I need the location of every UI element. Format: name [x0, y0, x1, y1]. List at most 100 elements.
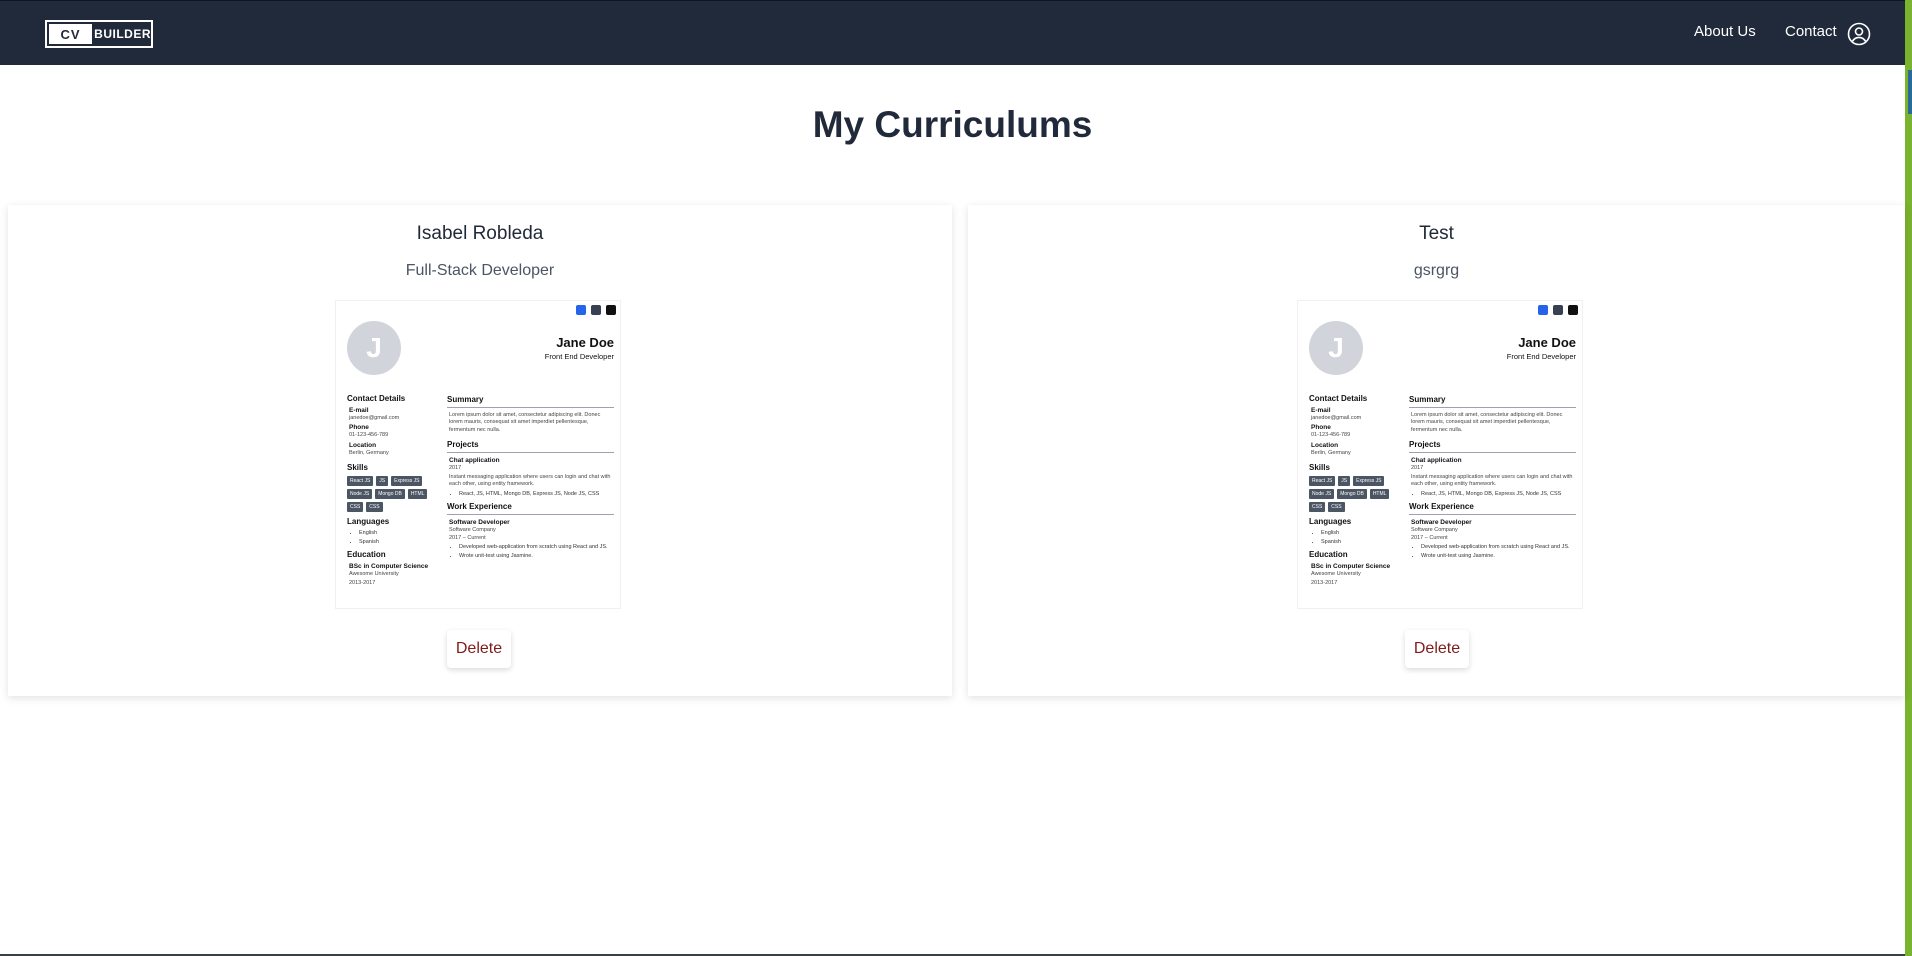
delete-button[interactable]: Delete — [447, 630, 511, 668]
nav-contact-link[interactable]: Contact — [1785, 23, 1837, 40]
skill-tag: Node JS — [347, 489, 373, 500]
preview-action-icons — [576, 305, 616, 315]
preview-skills-heading: Skills — [1309, 463, 1330, 473]
preview-job-bullets: Developed web-application from scratch u… — [447, 544, 614, 559]
preview-location-label: Location — [349, 441, 377, 449]
preview-languages: English Spanish — [1309, 530, 1397, 545]
preview-work-heading: Work Experience — [447, 502, 614, 515]
job-bullet: Developed web-application from scratch u… — [459, 544, 614, 550]
preview-summary: Lorem ipsum dolor sit amet, consectetur … — [449, 412, 601, 433]
preview-role: Front End Developer — [1506, 352, 1576, 361]
preview-location: Berlin, Germany — [349, 449, 389, 456]
job-bullet: Developed web-application from scratch u… — [1421, 544, 1576, 550]
preview-job-years: 2017 – Current — [449, 534, 486, 541]
preview-edu-years: 2013-2017 — [349, 579, 376, 586]
preview-education-heading: Education — [1309, 550, 1348, 560]
preview-project-year: 2017 — [449, 465, 462, 472]
preview-location-label: Location — [1311, 441, 1339, 449]
skill-tag: Node JS — [1309, 489, 1335, 500]
navbar: CV BUILDER About Us Contact — [0, 0, 1905, 65]
preview-university: Awesome University — [349, 571, 399, 578]
preview-name: Jane Doe — [556, 335, 614, 350]
skill-tag: CSS — [366, 502, 383, 513]
preview-company: Software Company — [1411, 526, 1458, 533]
preview-summary: Lorem ipsum dolor sit amet, consectetur … — [1411, 412, 1563, 433]
language-item: English — [1321, 530, 1397, 536]
preview-email-label: E-mail — [1311, 407, 1331, 414]
preview-action-icons — [1538, 305, 1578, 315]
nav-about-us-link[interactable]: About Us — [1694, 23, 1756, 40]
preview-university: Awesome University — [1311, 571, 1361, 578]
delete-button[interactable]: Delete — [1405, 630, 1469, 668]
preview-job-bullets: Developed web-application from scratch u… — [1409, 544, 1576, 559]
job-bullet: Wrote unit-test using Jasmine. — [1421, 553, 1576, 559]
scrollbar-thumb[interactable] — [1908, 70, 1912, 114]
preview-languages: English Spanish — [347, 530, 435, 545]
preview-project-tech: React, JS, HTML, Mongo DB, Express JS, N… — [1421, 491, 1576, 497]
page-title: My Curriculums — [812, 104, 1093, 145]
preview-name: Jane Doe — [1518, 335, 1576, 350]
preview-phone: 01-123-456-789 — [349, 432, 389, 439]
scrollbar[interactable] — [1905, 0, 1912, 956]
linkedin-icon — [1538, 305, 1548, 315]
language-item: English — [359, 530, 435, 536]
preview-email: janedoe@gmail.com — [349, 415, 400, 421]
cv-preview[interactable]: J Jane Doe Front End Developer Contact D… — [335, 300, 621, 609]
preview-company: Software Company — [449, 526, 496, 533]
preview-email-label: E-mail — [349, 407, 369, 414]
skill-tag: React JS — [347, 476, 374, 487]
skill-tag: Mongo DB — [375, 489, 405, 500]
preview-project-name: Chat application — [1411, 457, 1462, 465]
preview-project-tech: React, JS, HTML, Mongo DB, Express JS, N… — [459, 491, 614, 497]
skill-tag: HTML — [407, 489, 428, 500]
preview-avatar: J — [347, 321, 401, 375]
preview-languages-heading: Languages — [347, 517, 390, 527]
preview-email: janedoe@gmail.com — [1311, 415, 1362, 421]
preview-project-tech-list: React, JS, HTML, Mongo DB, Express JS, N… — [1409, 491, 1576, 497]
preview-summary-heading: Summary — [447, 395, 614, 408]
skill-tag: JS — [1338, 476, 1351, 487]
document-icon — [606, 305, 616, 315]
skill-tag: Express JS — [1353, 476, 1385, 487]
cv-card-name: Test — [1419, 223, 1454, 244]
job-bullet: Wrote unit-test using Jasmine. — [459, 553, 614, 559]
preview-projects-heading: Projects — [447, 440, 614, 454]
cv-card-title: gsrgrg — [1413, 262, 1460, 279]
cv-card[interactable]: Isabel Robleda Full-Stack Developer J Ja… — [8, 205, 952, 696]
preview-job-years: 2017 – Current — [1411, 534, 1448, 541]
linkedin-icon — [576, 305, 586, 315]
skill-tag: CSS — [1309, 502, 1326, 513]
preview-phone: 01-123-456-789 — [1311, 432, 1351, 439]
preview-skills-heading: Skills — [347, 463, 368, 473]
cv-card-name: Isabel Robleda — [416, 223, 544, 244]
preview-contact-heading: Contact Details — [347, 394, 406, 403]
cv-card-title: Full-Stack Developer — [405, 262, 555, 279]
preview-job-title: Software Developer — [449, 518, 510, 526]
cv-builder-logo[interactable]: CV BUILDER — [45, 20, 153, 48]
skill-tag: HTML — [1369, 489, 1390, 500]
cv-card[interactable]: Test gsrgrg J Jane Doe Front End Develop… — [968, 205, 1905, 696]
preview-project-year: 2017 — [1411, 465, 1424, 472]
preview-location: Berlin, Germany — [1311, 449, 1351, 456]
preview-role: Front End Developer — [544, 352, 614, 361]
preview-project-desc: Instant messaging application where user… — [1411, 473, 1573, 488]
preview-education-heading: Education — [347, 550, 386, 560]
skill-tag: CSS — [347, 502, 364, 513]
github-icon — [1553, 305, 1563, 315]
preview-work-heading: Work Experience — [1409, 502, 1576, 515]
preview-projects-heading: Projects — [1409, 440, 1576, 454]
logo-cv-text: CV — [49, 24, 93, 44]
skill-tag: React JS — [1309, 476, 1336, 487]
document-icon — [1568, 305, 1578, 315]
logo-builder-text: BUILDER — [94, 27, 151, 41]
language-item: Spanish — [1321, 539, 1397, 545]
cv-preview[interactable]: J Jane Doe Front End Developer Contact D… — [1297, 300, 1583, 609]
preview-skills: React JS JS Express JS Node JS Mongo DB … — [347, 476, 431, 513]
preview-summary-heading: Summary — [1409, 395, 1576, 408]
skill-tag: JS — [376, 476, 389, 487]
preview-skills: React JS JS Express JS Node JS Mongo DB … — [1309, 476, 1393, 513]
preview-languages-heading: Languages — [1309, 517, 1352, 527]
preview-project-tech-list: React, JS, HTML, Mongo DB, Express JS, N… — [447, 491, 614, 497]
preview-left-column: Contact Details E-mail janedoe@gmail.com… — [347, 394, 435, 587]
user-account-icon[interactable] — [1847, 22, 1871, 46]
